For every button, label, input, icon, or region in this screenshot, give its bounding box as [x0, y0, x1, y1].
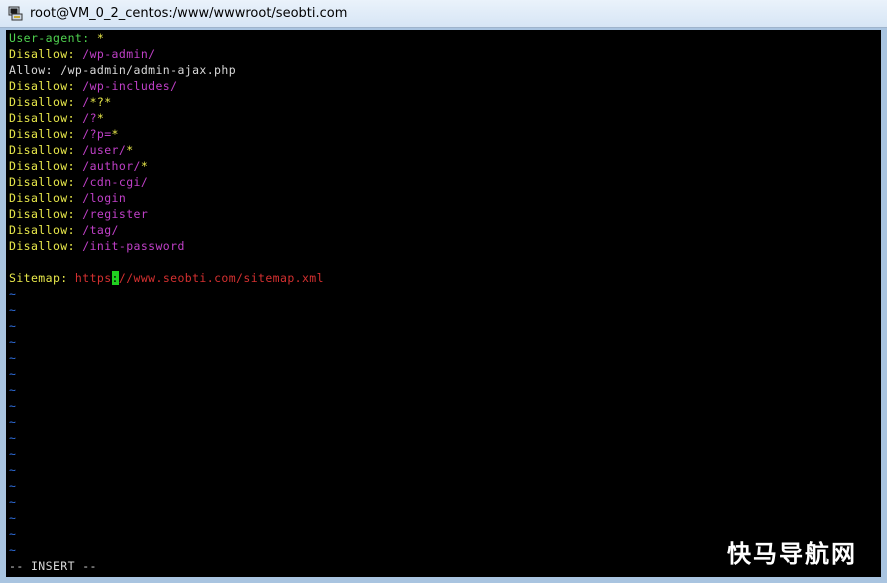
empty-line-marker: ~ — [9, 511, 17, 525]
empty-line-marker: ~ — [9, 319, 17, 333]
terminal-area[interactable]: User-agent: * Disallow: /wp-admin/Allow: … — [6, 30, 881, 577]
editor-token: /cdn-cgi/ — [82, 175, 149, 189]
editor-token: Allow: /wp-admin/admin-ajax.php — [9, 63, 237, 77]
window-title: root@VM_0_2_centos:/www/wwwroot/seobti.c… — [30, 6, 348, 21]
empty-line-marker: ~ — [9, 431, 17, 445]
editor-token: / — [82, 95, 90, 109]
editor-token: Sitemap: — [9, 271, 75, 285]
editor-line: Disallow: /init-password — [9, 238, 324, 254]
window-titlebar[interactable]: root@VM_0_2_centos:/www/wwwroot/seobti.c… — [0, 0, 887, 28]
putty-terminal-icon — [8, 6, 23, 21]
editor-line: Allow: /wp-admin/admin-ajax.php — [9, 62, 324, 78]
empty-line-marker: ~ — [9, 527, 17, 541]
empty-line-marker: ~ — [9, 447, 17, 461]
editor-token: Disallow: — [9, 127, 83, 141]
empty-line-marker: ~ — [9, 399, 17, 413]
editor-token: * — [140, 159, 149, 173]
empty-line-marker: ~ — [9, 367, 17, 381]
editor-token: Disallow: — [9, 79, 83, 93]
editor-token: /register — [82, 207, 149, 221]
vim-mode-status: -- INSERT -- — [9, 559, 97, 573]
editor-line: Disallow: /cdn-cgi/ — [9, 174, 324, 190]
editor-line: Disallow: /tag/ — [9, 222, 324, 238]
editor-token: Disallow: — [9, 143, 83, 157]
editor-token: /wp-admin/ — [82, 47, 156, 61]
empty-line-marker: ~ — [9, 495, 17, 509]
editor-token: Disallow: — [9, 175, 83, 189]
editor-line: Disallow: /author/* — [9, 158, 324, 174]
editor-token: * — [126, 143, 134, 157]
editor-token: Disallow: — [9, 111, 83, 125]
empty-line-marker: ~ — [9, 303, 17, 317]
editor-token: /wp-includes/ — [82, 79, 178, 93]
editor-line: Disallow: /?* — [9, 110, 324, 126]
editor-token: /author/ — [82, 159, 141, 173]
empty-line-marker: ~ — [9, 543, 17, 557]
empty-line-marker: ~ — [9, 335, 17, 349]
editor-token: /tag/ — [82, 223, 119, 237]
editor-line: Disallow: /?p=* — [9, 126, 324, 142]
empty-line-marker: ~ — [9, 479, 17, 493]
editor-token: Disallow: — [9, 191, 83, 205]
editor-line: Disallow: /user/* — [9, 142, 324, 158]
editor-token: Disallow: — [9, 159, 83, 173]
editor-token: * — [96, 111, 105, 125]
editor-token: /?p= — [82, 127, 112, 141]
editor-token: //www.seobti.com/sitemap.xml — [118, 271, 324, 285]
editor-token: Disallow: — [9, 223, 83, 237]
editor-token: User-agent: — [9, 31, 97, 45]
editor-token: * — [96, 31, 105, 45]
vim-buffer[interactable]: User-agent: * Disallow: /wp-admin/Allow: … — [9, 30, 324, 558]
watermark: 快马导航网 — [727, 540, 857, 568]
empty-line-marker: ~ — [9, 383, 17, 397]
editor-line: Disallow: /register — [9, 206, 324, 222]
editor-line: Disallow: /wp-includes/ — [9, 78, 324, 94]
editor-line: Disallow: /*?* — [9, 94, 324, 110]
editor-token: https — [74, 271, 112, 285]
text-cursor: : — [111, 271, 119, 285]
editor-token: Disallow: — [9, 239, 83, 253]
editor-line: Disallow: /wp-admin/ — [9, 46, 324, 62]
editor-token: /login — [82, 191, 127, 205]
editor-token: /user/ — [82, 143, 127, 157]
editor-token: * — [111, 127, 119, 141]
editor-token: Disallow: — [9, 207, 83, 221]
editor-token: Disallow: — [9, 47, 83, 61]
empty-line-marker: ~ — [9, 415, 17, 429]
editor-token: Disallow: — [9, 95, 83, 109]
editor-token: *?* — [89, 95, 112, 109]
empty-line-marker: ~ — [9, 463, 17, 477]
editor-line: Sitemap: https://www.seobti.com/sitemap.… — [9, 270, 324, 286]
editor-token: /? — [82, 111, 97, 125]
editor-line: Disallow: /login — [9, 190, 324, 206]
editor-line: User-agent: * — [9, 30, 324, 46]
empty-line-marker: ~ — [9, 287, 17, 301]
editor-token: /init-password — [82, 239, 185, 253]
empty-line-marker: ~ — [9, 351, 17, 365]
